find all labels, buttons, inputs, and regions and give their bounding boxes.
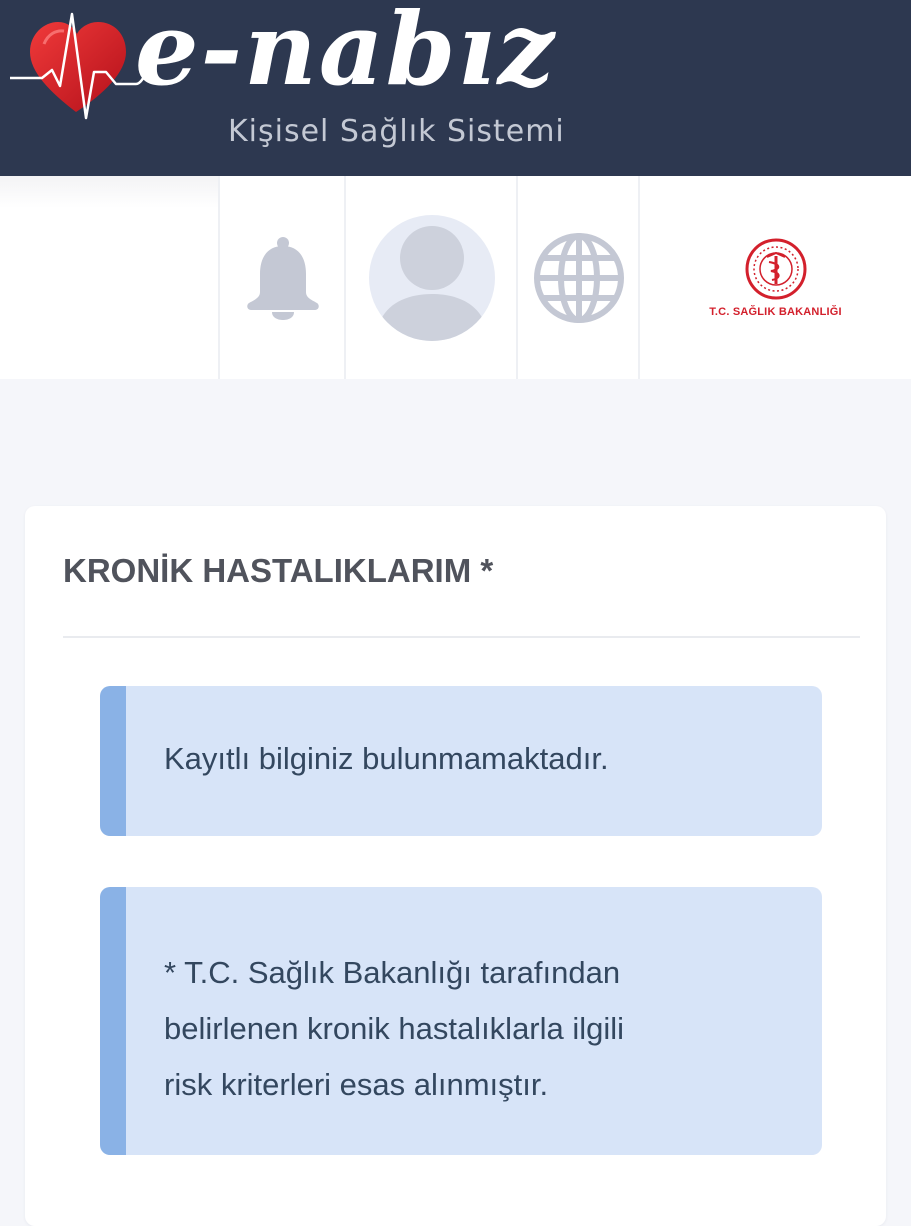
footnote-line: belirlenen kronik hastalıklarla ilgili [164,1011,625,1046]
empty-state-alert: Kayıtlı bilginiz bulunmamaktadır. [100,686,822,836]
ministry-emblem-icon [745,238,806,299]
page-title: KRONİK HASTALIKLARIM * [63,552,494,589]
app-header: e-nabız Kişisel Sağlık Sistemi [0,0,911,176]
language-button[interactable] [516,176,639,379]
title-divider [63,636,860,638]
empty-state-message: Kayıtlı bilginiz bulunmamaktadır. [164,741,609,776]
user-avatar-icon [368,214,495,341]
ministry-name: T.C. SAĞLIK BAKANLIĞI [709,305,842,318]
globe-icon [533,232,624,323]
bell-icon [246,236,319,320]
notifications-button[interactable] [218,176,345,379]
ministry-logo[interactable]: T.C. SAĞLIK BAKANLIĞI [638,176,911,379]
footnote-line: * T.C. Sağlık Bakanlığı tarafından [164,955,621,990]
chronic-diseases-card: KRONİK HASTALIKLARIM * Kayıtlı bilginiz … [25,506,886,1226]
logo-wordmark: e-nabız [135,0,557,108]
e-nabiz-logo[interactable]: e-nabız Kişisel Sağlık Sistemi [0,0,620,176]
user-profile-button[interactable] [344,176,517,379]
top-toolbar: T.C. SAĞLIK BAKANLIĞI [0,176,911,379]
logo-subtitle: Kişisel Sağlık Sistemi [228,114,565,149]
toolbar-spacer [0,176,218,379]
footnote-line: risk kriterleri esas alınmıştır. [164,1067,549,1102]
footnote-alert: * T.C. Sağlık Bakanlığı tarafından belir… [100,887,822,1155]
